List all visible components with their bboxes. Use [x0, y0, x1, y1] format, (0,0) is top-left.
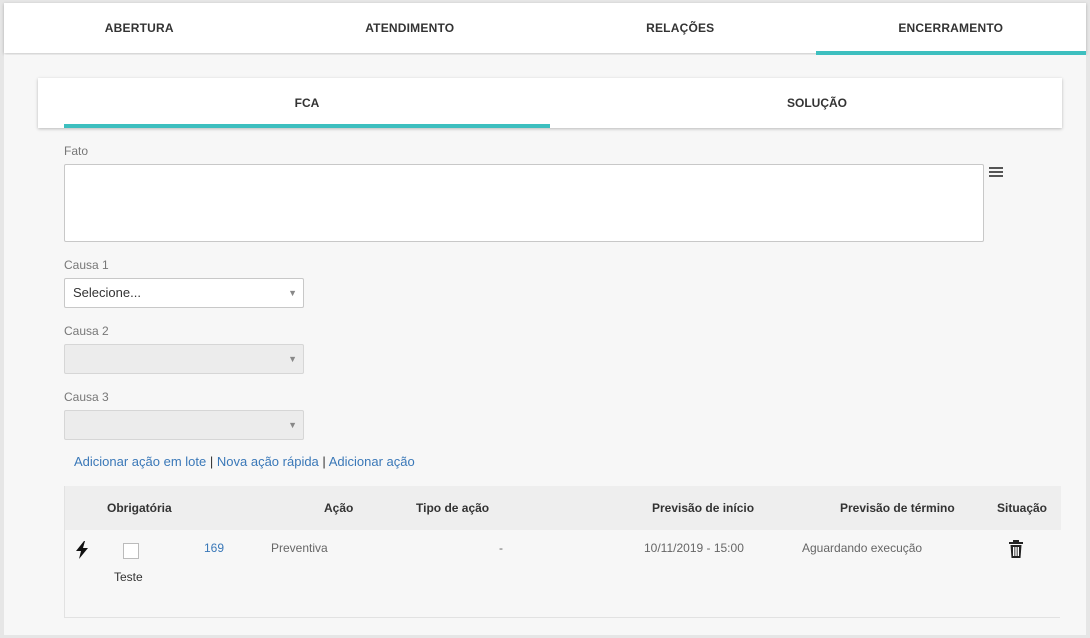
- tab-relacoes[interactable]: RELAÇÕES: [545, 3, 816, 53]
- action-status: Aguardando execução: [802, 541, 923, 555]
- action-id[interactable]: 169: [204, 541, 224, 555]
- causa1-select[interactable]: Selecione... ▼: [64, 278, 304, 308]
- tab-fca[interactable]: FCA: [64, 78, 550, 128]
- chevron-down-icon: ▼: [288, 420, 297, 430]
- bolt-icon: [76, 541, 88, 559]
- table-header: Obrigatória Ação Tipo de ação Previsão d…: [65, 486, 1061, 530]
- add-batch-action-link[interactable]: Adicionar ação em lote: [74, 454, 206, 469]
- chevron-down-icon: ▼: [288, 288, 297, 298]
- tab-abertura[interactable]: ABERTURA: [4, 3, 275, 53]
- fato-textarea[interactable]: [64, 164, 984, 242]
- header-inicio: Previsão de início: [652, 501, 755, 515]
- causa2-select: ▼: [64, 344, 304, 374]
- fato-label: Fato: [64, 144, 89, 158]
- causa1-label: Causa 1: [64, 258, 109, 272]
- header-acao: Ação: [324, 501, 354, 515]
- action-type: -: [499, 541, 503, 555]
- causa1-value: Selecione...: [73, 285, 141, 300]
- quick-action-link[interactable]: Nova ação rápida: [217, 454, 319, 469]
- tab-solucao[interactable]: SOLUÇÃO: [572, 78, 1062, 128]
- actions-table: Obrigatória Ação Tipo de ação Previsão d…: [64, 486, 1061, 618]
- header-termino: Previsão de término: [840, 501, 955, 515]
- action-links: Adicionar ação em lote | Nova ação rápid…: [74, 454, 415, 469]
- header-tipo: Tipo de ação: [416, 501, 490, 515]
- tab-atendimento[interactable]: ATENDIMENTO: [275, 3, 546, 53]
- main-content: FCA SOLUÇÃO Fato Causa 1 Selecione... ▼ …: [4, 55, 1086, 635]
- sub-tab-bar: FCA SOLUÇÃO: [38, 78, 1062, 128]
- causa3-select: ▼: [64, 410, 304, 440]
- causa3-label: Causa 3: [64, 390, 109, 404]
- obrigatoria-checkbox[interactable]: [123, 543, 139, 559]
- top-tab-bar: ABERTURA ATENDIMENTO RELAÇÕES ENCERRAMEN…: [4, 3, 1087, 55]
- menu-icon[interactable]: [989, 167, 1003, 179]
- link-separator: |: [322, 454, 326, 469]
- header-obrigatoria: Obrigatória: [107, 501, 172, 515]
- causa2-label: Causa 2: [64, 324, 109, 338]
- link-separator: |: [209, 454, 214, 469]
- action-name: Preventiva: [271, 541, 328, 555]
- obrigatoria-label: Teste: [114, 570, 143, 584]
- window: ABERTURA ATENDIMENTO RELAÇÕES ENCERRAMEN…: [4, 3, 1086, 635]
- tab-encerramento[interactable]: ENCERRAMENTO: [815, 3, 1087, 55]
- add-action-link[interactable]: Adicionar ação: [329, 454, 415, 469]
- chevron-down-icon: ▼: [288, 354, 297, 364]
- action-start: 10/11/2019 - 15:00: [644, 541, 744, 555]
- trash-icon[interactable]: [1008, 540, 1024, 558]
- header-situacao: Situação: [997, 501, 1048, 515]
